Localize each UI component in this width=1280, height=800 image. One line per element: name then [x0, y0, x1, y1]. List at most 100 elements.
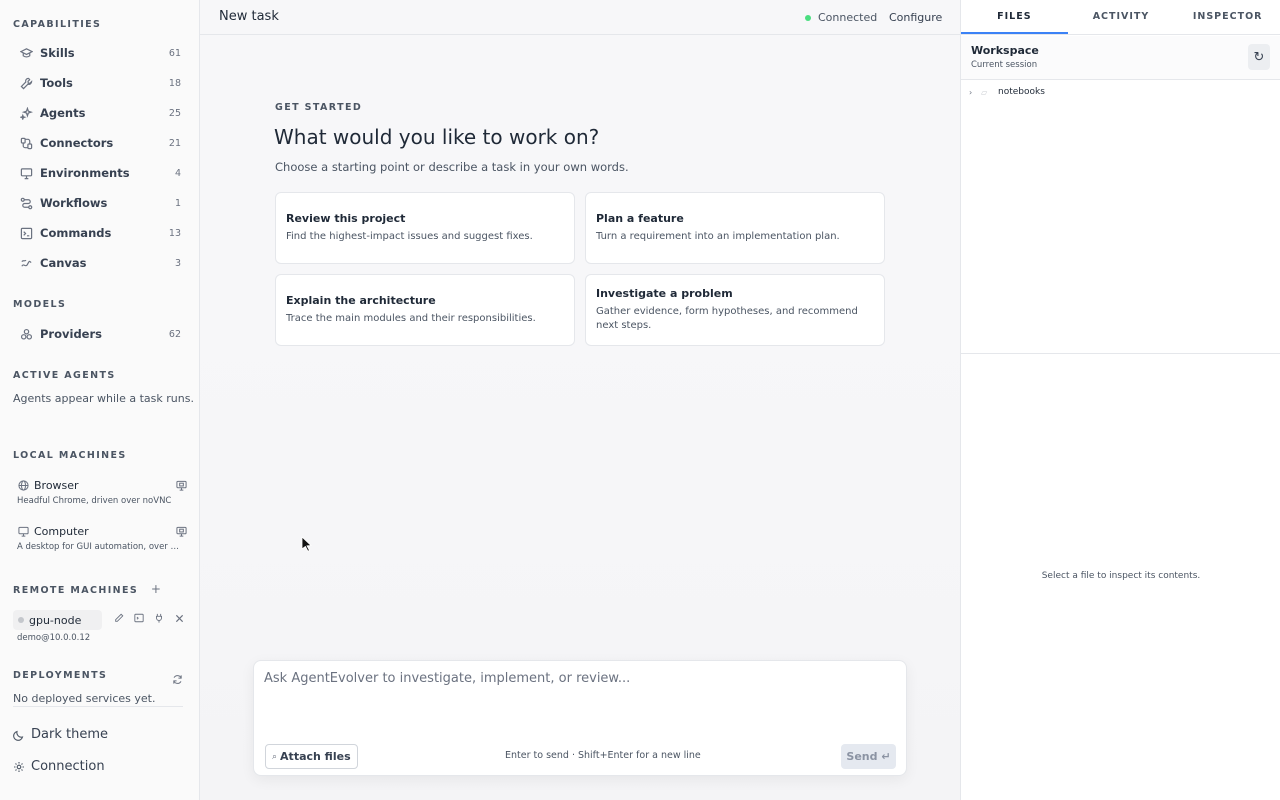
mouse-cursor-icon — [301, 536, 312, 552]
local-machine-browser[interactable]: Browser Headful Chrome, driven over noVN… — [13, 476, 189, 516]
starter-card-review[interactable]: Review this project Find the highest-imp… — [275, 192, 575, 264]
close-icon[interactable] — [169, 614, 189, 623]
sidebar-item-count: 61 — [168, 47, 181, 59]
machine-desc: Headful Chrome, driven over noVNC — [17, 496, 172, 506]
starter-card-plan[interactable]: Plan a feature Turn a requirement into a… — [585, 192, 885, 264]
sidebar-item-skills[interactable]: Skills 61 — [13, 40, 189, 66]
moon-icon — [13, 729, 31, 741]
sidebar-item-connectors[interactable]: Connectors 21 — [13, 130, 189, 156]
globe-icon — [13, 479, 34, 491]
card-desc: Gather evidence, form hypotheses, and re… — [596, 306, 858, 331]
sidebar-item-workflows[interactable]: Workflows 1 — [13, 190, 189, 216]
starter-card-investigate[interactable]: Investigate a problem Gather evidence, f… — [585, 274, 885, 346]
open-display-icon[interactable] — [173, 526, 189, 537]
refresh-button[interactable]: ↻ — [1248, 44, 1270, 70]
tab-inspector[interactable]: INSPECTOR — [1174, 0, 1280, 34]
sidebar-item-agents[interactable]: Agents 25 — [13, 100, 189, 126]
card-title: Investigate a problem — [596, 287, 733, 300]
sidebar-item-count: 1 — [174, 197, 181, 209]
workspace-subtitle: Current session — [971, 60, 1038, 70]
remote-machine-address: demo@10.0.0.12 — [17, 633, 91, 643]
refresh-icon: ↻ — [1253, 49, 1265, 65]
wrench-icon — [13, 77, 40, 90]
get-started-label: GET STARTED — [275, 102, 363, 113]
remote-machine-name: gpu-node — [29, 613, 82, 627]
refresh-deployments-icon[interactable] — [172, 670, 183, 689]
keyboard-hint: Enter to send · Shift+Enter for a new li… — [505, 750, 701, 761]
terminal-icon — [13, 227, 40, 240]
sidebar-item-label: Connectors — [40, 136, 114, 150]
tab-activity[interactable]: ACTIVITY — [1068, 0, 1175, 34]
local-machine-computer[interactable]: Computer A desktop for GUI automation, o… — [13, 522, 189, 562]
monitor-icon — [13, 526, 34, 537]
sidebar-item-environments[interactable]: Environments 4 — [13, 160, 189, 186]
card-desc: Turn a requirement into an implementatio… — [596, 231, 840, 242]
sidebar: CAPABILITIES Skills 61 Tools 18 Agents 2… — [0, 0, 200, 800]
terminal-icon[interactable] — [129, 613, 149, 623]
workspace-header: Workspace Current session ↻ — [961, 36, 1280, 80]
active-agents-hint: Agents appear while a task runs. — [13, 392, 194, 405]
right-panel: FILES ACTIVITY INSPECTOR Workspace Curre… — [960, 0, 1280, 800]
sidebar-item-count: 62 — [168, 328, 181, 340]
sidebar-item-commands[interactable]: Commands 13 — [13, 220, 189, 246]
task-input[interactable] — [264, 671, 894, 731]
card-desc: Find the highest-impact issues and sugge… — [286, 231, 533, 242]
card-title: Explain the architecture — [286, 294, 436, 307]
sidebar-item-canvas[interactable]: Canvas 3 — [13, 250, 189, 276]
remote-machines-title: REMOTE MACHINES — [13, 585, 139, 596]
sidebar-item-tools[interactable]: Tools 18 — [13, 70, 189, 96]
machine-desc: A desktop for GUI automation, over noVNC — [17, 542, 183, 552]
sidebar-item-providers[interactable]: Providers 62 — [13, 321, 189, 347]
workspace-title: Workspace — [971, 44, 1039, 57]
section-title-local-machines: LOCAL MACHINES — [13, 450, 127, 461]
sidebar-item-label: Workflows — [40, 196, 108, 210]
squiggle-icon — [13, 257, 40, 270]
plug-icon[interactable] — [149, 613, 169, 623]
sidebar-item-label: Agents — [40, 106, 86, 120]
sidebar-item-label: Commands — [40, 226, 112, 240]
sidebar-item-count: 3 — [174, 257, 181, 269]
sidebar-item-count: 13 — [168, 227, 181, 239]
add-remote-machine-button[interactable]: + — [151, 582, 162, 596]
connection-label: Connection — [31, 759, 105, 774]
dark-theme-toggle[interactable]: Dark theme — [13, 727, 108, 742]
chevron-right-icon: › — [969, 87, 973, 97]
edit-icon[interactable] — [109, 613, 129, 623]
sidebar-item-label: Canvas — [40, 256, 87, 270]
machine-name: Computer — [34, 524, 89, 538]
file-tree-item-name: notebooks — [998, 87, 1045, 97]
attach-files-button[interactable]: ⌕ Attach files — [265, 744, 358, 769]
configure-button[interactable]: Configure — [889, 11, 942, 24]
sidebar-item-count: 25 — [168, 107, 181, 119]
card-title: Plan a feature — [596, 212, 684, 225]
starter-card-explain[interactable]: Explain the architecture Trace the main … — [275, 274, 575, 346]
sparkles-icon — [13, 106, 40, 120]
section-title-capabilities: CAPABILITIES — [13, 19, 102, 30]
section-title-active-agents: ACTIVE AGENTS — [13, 370, 116, 381]
card-desc: Trace the main modules and their respons… — [286, 313, 536, 324]
section-title-deployments: DEPLOYMENTS — [13, 670, 108, 681]
send-button[interactable]: Send ↵ — [841, 744, 896, 769]
connection-link[interactable]: Connection — [13, 759, 105, 774]
card-title: Review this project — [286, 212, 406, 225]
route-icon — [13, 197, 40, 210]
remote-machine[interactable]: gpu-node demo@10.0.0.12 — [13, 608, 189, 643]
inspect-placeholder: Select a file to inspect its contents. — [1041, 571, 1201, 581]
file-tree-item[interactable]: › ▱ notebooks — [969, 87, 1045, 97]
status-label: Connected — [818, 11, 878, 24]
folder-icon: ▱ — [981, 87, 988, 97]
tab-files[interactable]: FILES — [961, 0, 1068, 34]
sidebar-item-label: Providers — [40, 327, 102, 341]
open-display-icon[interactable] — [173, 480, 189, 491]
page-title: New task — [219, 9, 279, 24]
section-title-remote-machines: REMOTE MACHINES + — [13, 582, 162, 596]
panel-tabs: FILES ACTIVITY INSPECTOR — [961, 0, 1280, 35]
sidebar-item-label: Skills — [40, 46, 75, 60]
plug-icon — [13, 137, 40, 150]
sidebar-item-count: 18 — [168, 77, 181, 89]
panel-divider — [961, 353, 1280, 354]
remote-machine-chip[interactable]: gpu-node — [13, 610, 102, 630]
sidebar-item-count: 21 — [168, 137, 181, 149]
search-icon: ⌕ — [272, 751, 278, 762]
subtitle: Choose a starting point or describe a ta… — [275, 160, 629, 174]
